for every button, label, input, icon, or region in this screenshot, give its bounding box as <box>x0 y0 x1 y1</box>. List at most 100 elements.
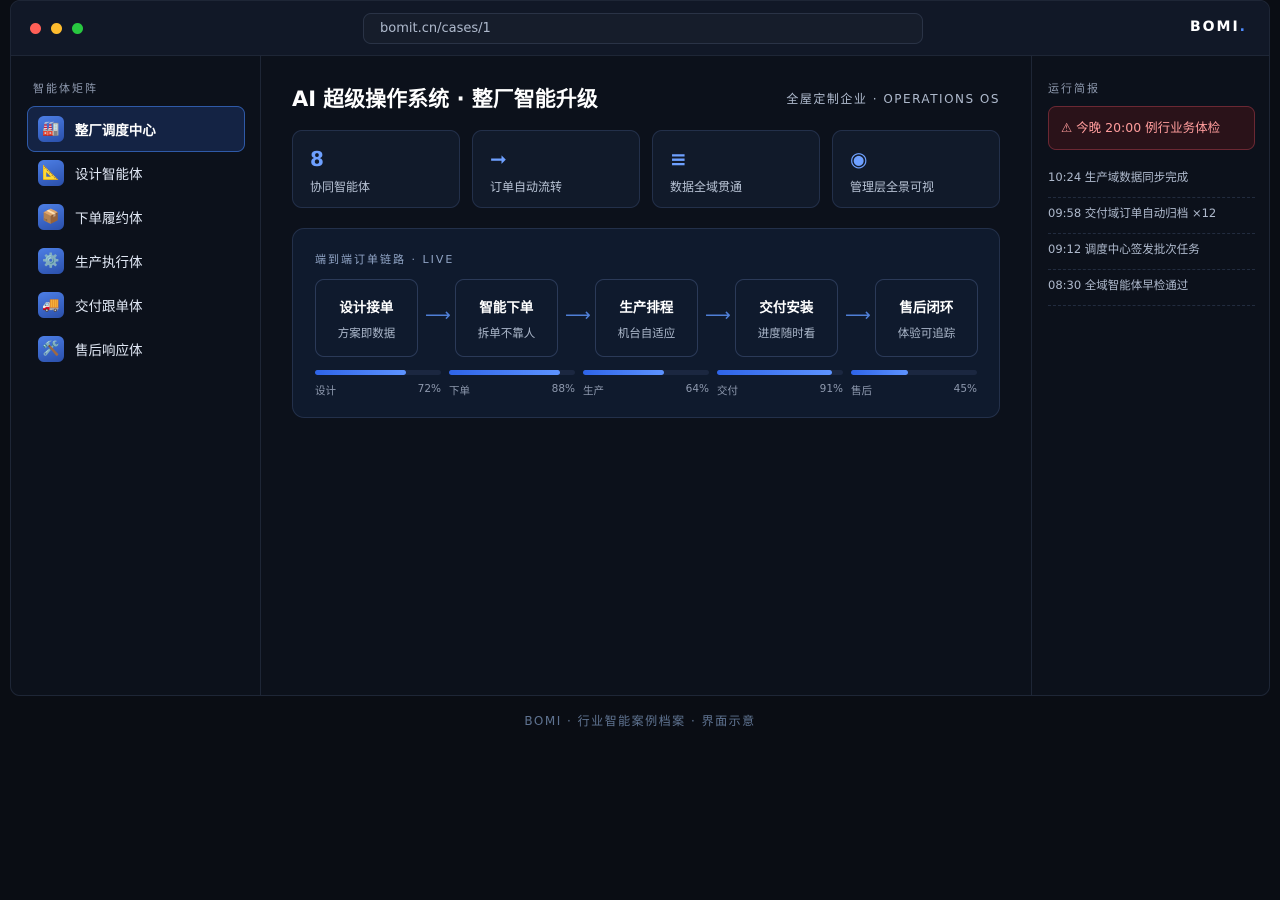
progress-label: 设计 <box>315 385 336 397</box>
progress-fill <box>449 370 560 375</box>
package-icon: 📦 <box>38 204 64 230</box>
browser-window: bomit.cn/cases/1 BOMI. 智能体矩阵 🏭 整厂调度中心 📐 设计智… <box>10 0 1270 696</box>
flow-step-subtitle: 进度随时看 <box>757 326 816 340</box>
triangle-ruler-icon: 📐 <box>38 160 64 186</box>
minimize-window-button[interactable] <box>51 23 62 34</box>
flow-arrow-icon: ⟶ <box>845 305 871 326</box>
progress-track <box>851 370 977 375</box>
arrow-right-icon: ➞ <box>490 147 507 171</box>
flow-step-subtitle: 机台自适应 <box>617 326 676 340</box>
flow-step[interactable]: 智能下单 拆单不靠人 <box>455 279 558 357</box>
progress-bar: 生产 64% <box>583 370 709 400</box>
briefing-panel: 运行简报 ⚠ 今晚 20:00 例行业务体检 10:24 生产域数据同步完成 09… <box>1031 56 1269 695</box>
truck-icon: 🚚 <box>38 292 64 318</box>
progress-value: 72% <box>417 383 441 395</box>
sidebar-item-3[interactable]: ⚙️ 生产执行体 <box>27 238 245 284</box>
progress-bar: 设计 72% <box>315 370 441 400</box>
flow-arrow-icon: ⟶ <box>705 305 731 326</box>
flow-step-subtitle: 方案即数据 <box>337 326 396 340</box>
progress-label: 售后 <box>851 385 872 397</box>
progress-track <box>583 370 709 375</box>
progress-value: 88% <box>551 383 575 395</box>
flow-step[interactable]: 设计接单 方案即数据 <box>315 279 418 357</box>
progress-label: 下单 <box>449 385 470 397</box>
stat-label: 数据全域贯通 <box>670 180 743 194</box>
log-item: 09:12 调度中心签发批次任务 <box>1048 234 1255 270</box>
activity-log: 10:24 生产域数据同步完成 09:58 交付域订单自动归档 ×12 09:12 … <box>1048 162 1255 306</box>
progress-fill <box>717 370 832 375</box>
progress-value: 64% <box>685 383 709 395</box>
progress-track <box>315 370 441 375</box>
tools-icon: 🛠️ <box>38 336 64 362</box>
sidebar-nav: 🏭 整厂调度中心 📐 设计智能体 📦 下单履约体 ⚙️ 生产执行体 🚚 交付跟单体 🛠️ 售后响应体 <box>27 106 245 372</box>
sidebar-item-label: 交付跟单体 <box>75 299 143 315</box>
sidebar-item-label: 整厂调度中心 <box>75 123 156 139</box>
flow-step[interactable]: 售后闭环 体验可追踪 <box>875 279 978 357</box>
flow-step-subtitle: 拆单不靠人 <box>477 326 536 340</box>
flow-step-subtitle: 体验可追踪 <box>897 326 956 340</box>
eye-circle-icon: ◉ <box>850 147 868 171</box>
order-flow-panel: 端到端订单链路 · LIVE 设计接单 方案即数据 ⟶ 智能下单 拆单不靠人 ⟶ 生产排程机… <box>292 228 1000 418</box>
sidebar-title: 智能体矩阵 <box>33 82 98 95</box>
progress-track <box>449 370 575 375</box>
progress-bar: 售后 45% <box>851 370 977 400</box>
sidebar-item-0[interactable]: 🏭 整厂调度中心 <box>27 106 245 152</box>
sidebar-item-5[interactable]: 🛠️ 售后响应体 <box>27 326 245 372</box>
log-item: 10:24 生产域数据同步完成 <box>1048 162 1255 198</box>
brand-logo: BOMI. <box>1190 19 1247 35</box>
log-item: 08:30 全域智能体早检通过 <box>1048 270 1255 306</box>
flow-step-title: 售后闭环 <box>899 300 954 316</box>
flow-arrow-icon: ⟶ <box>425 305 451 326</box>
stat-label: 协同智能体 <box>310 180 371 194</box>
progress-fill <box>851 370 908 375</box>
stat-card: ➞ 订单自动流转 <box>472 130 640 208</box>
flow-title: 端到端订单链路 · LIVE <box>315 253 455 266</box>
flow-step-title: 设计接单 <box>339 300 394 316</box>
stat-card: ◉ 管理层全景可视 <box>832 130 1000 208</box>
maximize-window-button[interactable] <box>72 23 83 34</box>
brand-text: BOMI <box>1189 19 1240 35</box>
progress-fill <box>583 370 664 375</box>
sidebar-item-4[interactable]: 🚚 交付跟单体 <box>27 282 245 328</box>
page-title: AI 超级操作系统 · 整厂智能升级 <box>292 87 598 111</box>
gear-icon: ⚙️ <box>38 248 64 274</box>
factory-icon: 🏭 <box>38 116 64 142</box>
sidebar-item-label: 售后响应体 <box>75 343 143 359</box>
progress-label: 生产 <box>583 385 604 397</box>
flow-step-title: 智能下单 <box>479 300 534 316</box>
number-eight: 8 <box>310 147 324 171</box>
progress-bar: 交付 91% <box>717 370 843 400</box>
title-bar: bomit.cn/cases/1 BOMI. <box>11 1 1269 56</box>
sidebar: 智能体矩阵 🏭 整厂调度中心 📐 设计智能体 📦 下单履约体 ⚙️ 生产执行体 🚚 交付跟单体 🛠️… <box>11 56 261 695</box>
briefing-title: 运行简报 <box>1048 82 1100 95</box>
sidebar-item-label: 下单履约体 <box>75 211 143 227</box>
stat-label: 管理层全景可视 <box>850 180 935 194</box>
footer-caption: BOMI · 行业智能案例档案 · 界面示意 <box>524 714 756 728</box>
sidebar-item-1[interactable]: 📐 设计智能体 <box>27 150 245 196</box>
alert-banner[interactable]: ⚠ 今晚 20:00 例行业务体检 <box>1048 106 1255 150</box>
main-content: AI 超级操作系统 · 整厂智能升级 全屋定制企业 · OPERATIONS O… <box>262 56 1030 695</box>
log-item: 09:58 交付域订单自动归档 ×12 <box>1048 198 1255 234</box>
stat-card: 8 协同智能体 <box>292 130 460 208</box>
page-subtitle: 全屋定制企业 · OPERATIONS OS <box>786 92 1000 106</box>
list-icon: ≡ <box>670 147 687 171</box>
sidebar-item-label: 设计智能体 <box>75 167 143 183</box>
stat-card: ≡ 数据全域贯通 <box>652 130 820 208</box>
stat-label: 订单自动流转 <box>490 180 563 194</box>
address-bar[interactable]: bomit.cn/cases/1 <box>363 13 923 44</box>
sidebar-item-label: 生产执行体 <box>75 255 143 271</box>
sidebar-item-2[interactable]: 📦 下单履约体 <box>27 194 245 240</box>
flow-arrow-icon: ⟶ <box>565 305 591 326</box>
progress-fill <box>315 370 406 375</box>
flow-step-title: 交付安装 <box>759 300 814 316</box>
flow-progress-bars: 设计 72% 下单 88% 生产 64% 交付 91% 售后 45% <box>315 370 979 400</box>
progress-label: 交付 <box>717 385 738 397</box>
flow-steps: 设计接单 方案即数据 ⟶ 智能下单 拆单不靠人 ⟶ 生产排程 机台自适应 ⟶ 交付安装 进度随时看 ⟶… <box>315 279 979 357</box>
brand-dot: . <box>1239 19 1247 35</box>
stat-cards: 8 协同智能体 ➞ 订单自动流转 ≡ 数据全域贯通 ◉ 管理层全景可视 <box>292 130 1000 208</box>
flow-step[interactable]: 生产排程 机台自适应 <box>595 279 698 357</box>
progress-track <box>717 370 843 375</box>
progress-value: 45% <box>953 383 977 395</box>
close-window-button[interactable] <box>30 23 41 34</box>
flow-step[interactable]: 交付安装 进度随时看 <box>735 279 838 357</box>
